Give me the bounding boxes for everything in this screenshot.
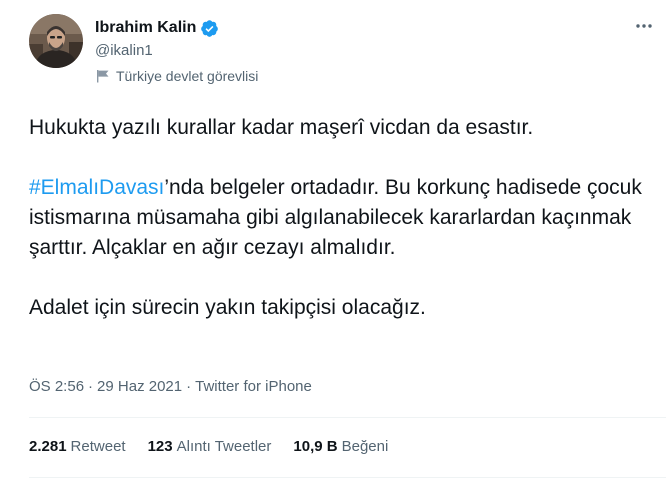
likes-stat[interactable]: 10,9 B Beğeni bbox=[293, 437, 388, 457]
quotes-stat[interactable]: 123 Alıntı Tweetler bbox=[148, 437, 272, 457]
tweet-stats: 2.281 Retweet 123 Alıntı Tweetler 10,9 B Be… bbox=[29, 437, 410, 457]
tweet-paragraph-2: #ElmalıDavası’nda belgeler ortadadır. Bu… bbox=[29, 173, 664, 263]
tweet: Ibrahim Kalin @ikalin1 Türkiye devlet gö… bbox=[0, 0, 666, 479]
divider bbox=[29, 477, 666, 478]
quotes-label: Alıntı Tweetler bbox=[176, 438, 272, 455]
display-name[interactable]: Ibrahim Kalin bbox=[95, 18, 196, 38]
tweet-paragraph-1: Hukukta yazılı kurallar kadar maşerî vic… bbox=[29, 116, 534, 139]
tweet-text: Hukukta yazılı kurallar kadar maşerî vic… bbox=[29, 113, 664, 323]
meta-separator: · bbox=[88, 378, 94, 395]
tweet-source[interactable]: Twitter for iPhone bbox=[195, 378, 312, 395]
name-row: Ibrahim Kalin bbox=[95, 18, 646, 38]
likes-label: Beğeni bbox=[341, 438, 389, 455]
avatar-image bbox=[29, 14, 83, 68]
tweet-date[interactable]: 29 Haz 2021 bbox=[97, 378, 182, 395]
likes-count: 10,9 B bbox=[293, 438, 338, 455]
hashtag-link[interactable]: #ElmalıDavası bbox=[29, 176, 164, 199]
government-label: Türkiye devlet görevlisi bbox=[116, 68, 259, 84]
retweets-count: 2.281 bbox=[29, 438, 67, 455]
tweet-time[interactable]: ÖS 2:56 bbox=[29, 378, 84, 395]
account-label: Türkiye devlet görevlisi bbox=[95, 66, 646, 86]
tweet-meta: ÖS 2:56 · 29 Haz 2021 · Twitter for iPhone bbox=[29, 377, 312, 397]
retweets-label: Retweet bbox=[70, 438, 126, 455]
tweet-paragraph-3: Adalet için sürecin yakın takipçisi olac… bbox=[29, 296, 426, 319]
quotes-count: 123 bbox=[147, 438, 173, 455]
meta-separator: · bbox=[186, 378, 192, 395]
more-icon[interactable] bbox=[634, 16, 654, 36]
tweet-header: Ibrahim Kalin @ikalin1 Türkiye devlet gö… bbox=[95, 18, 646, 86]
retweets-stat[interactable]: 2.281 Retweet bbox=[29, 437, 126, 457]
verified-badge-icon bbox=[200, 19, 219, 38]
flag-icon bbox=[95, 68, 111, 84]
handle[interactable]: @ikalin1 bbox=[95, 41, 646, 61]
avatar[interactable] bbox=[29, 14, 83, 68]
divider bbox=[29, 417, 666, 418]
